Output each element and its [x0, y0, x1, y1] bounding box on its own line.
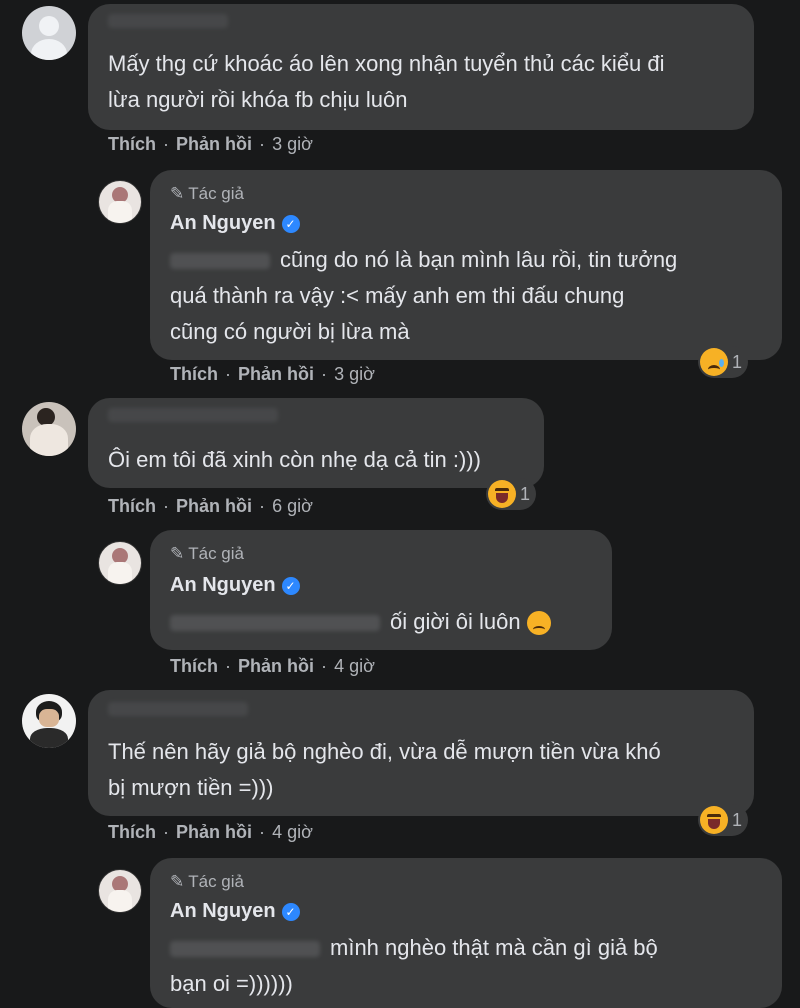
reply-link[interactable]: Phản hồi	[238, 364, 314, 384]
timestamp[interactable]: 3 giờ	[272, 134, 313, 154]
reply-bubble: ✎ Tác giả An Nguyen ✓ ối giời ôi luôn	[150, 530, 612, 650]
author-avatar[interactable]	[98, 541, 142, 585]
reaction-badge[interactable]: 1	[486, 478, 537, 510]
comment-text: Thế nên hãy giả bộ nghèo đi, vừa dễ mượn…	[108, 739, 661, 764]
tongue-emoji-icon	[700, 806, 728, 834]
comment-actions: Thích · Phản hồi · 3 giờ	[170, 364, 375, 384]
comment-text: quá thành ra vậy :< mấy anh em thi đấu c…	[170, 283, 625, 308]
author-badge: ✎ Tác giả	[170, 544, 244, 563]
reaction-badge[interactable]: 1	[698, 804, 749, 836]
reaction-badge[interactable]: 1	[698, 346, 749, 378]
verified-icon: ✓	[281, 214, 300, 233]
pen-icon: ✎	[170, 872, 185, 891]
author-avatar[interactable]	[98, 869, 142, 913]
reply-bubble: ✎ Tác giả An Nguyen ✓ cũng do nó là bạn …	[150, 170, 782, 360]
author-name[interactable]: An Nguyen ✓	[170, 900, 300, 923]
reply-link[interactable]: Phản hồi	[176, 822, 252, 842]
tongue-emoji-icon	[488, 480, 516, 508]
author-name[interactable]: An Nguyen ✓	[170, 574, 300, 597]
comment-text: mình nghèo thật mà cần gì giả bộ	[170, 930, 658, 966]
timestamp[interactable]: 4 giờ	[272, 822, 313, 842]
like-link[interactable]: Thích	[170, 656, 218, 676]
reply-link[interactable]: Phản hồi	[176, 134, 252, 154]
timestamp[interactable]: 4 giờ	[334, 656, 375, 676]
like-link[interactable]: Thích	[170, 364, 218, 384]
comment-actions: Thích · Phản hồi · 6 giờ	[108, 496, 313, 516]
comment-text: lừa người rồi khóa fb chịu luôn	[108, 87, 408, 112]
commenter-avatar[interactable]	[22, 694, 76, 748]
verified-icon: ✓	[281, 576, 300, 595]
comment-bubble: Mấy thg cứ khoác áo lên xong nhận tuyển …	[88, 4, 754, 130]
comment-actions: Thích · Phản hồi · 4 giờ	[108, 822, 313, 842]
reply-link[interactable]: Phản hồi	[238, 656, 314, 676]
verified-icon: ✓	[281, 902, 300, 921]
timestamp[interactable]: 3 giờ	[334, 364, 375, 384]
pen-icon: ✎	[170, 544, 185, 563]
comment-actions: Thích · Phản hồi · 3 giờ	[108, 134, 313, 154]
comment-actions: Thích · Phản hồi · 4 giờ	[170, 656, 375, 676]
like-link[interactable]: Thích	[108, 822, 156, 842]
comment-text: cũng do nó là bạn mình lâu rồi, tin tưởn…	[170, 242, 677, 278]
pen-icon: ✎	[170, 184, 185, 203]
author-badge: ✎ Tác giả	[170, 872, 244, 891]
comment-text: bị mượn tiền =)))	[108, 775, 274, 800]
commenter-avatar[interactable]	[22, 402, 76, 456]
comment-text: Mấy thg cứ khoác áo lên xong nhận tuyển …	[108, 51, 665, 76]
comment-text: cũng có người bị lừa mà	[170, 319, 410, 344]
comment-text: bạn oi =))))))	[170, 971, 293, 996]
comment-text: Ôi em tôi đã xinh còn nhẹ dạ cả tin :)))	[108, 447, 481, 472]
author-avatar[interactable]	[98, 180, 142, 224]
crying-emoji-icon	[526, 611, 551, 636]
commenter-avatar[interactable]	[22, 6, 76, 60]
like-link[interactable]: Thích	[108, 134, 156, 154]
author-badge: ✎ Tác giả	[170, 184, 244, 203]
author-name[interactable]: An Nguyen ✓	[170, 212, 300, 235]
reply-link[interactable]: Phản hồi	[176, 496, 252, 516]
like-link[interactable]: Thích	[108, 496, 156, 516]
timestamp[interactable]: 6 giờ	[272, 496, 313, 516]
reply-bubble: ✎ Tác giả An Nguyen ✓ mình nghèo thật mà…	[150, 858, 782, 1008]
sad-emoji-icon	[700, 348, 728, 376]
comment-bubble: Ôi em tôi đã xinh còn nhẹ dạ cả tin :)))	[88, 398, 544, 488]
comment-bubble: Thế nên hãy giả bộ nghèo đi, vừa dễ mượn…	[88, 690, 754, 816]
comment-text: ối giời ôi luôn	[170, 604, 551, 640]
